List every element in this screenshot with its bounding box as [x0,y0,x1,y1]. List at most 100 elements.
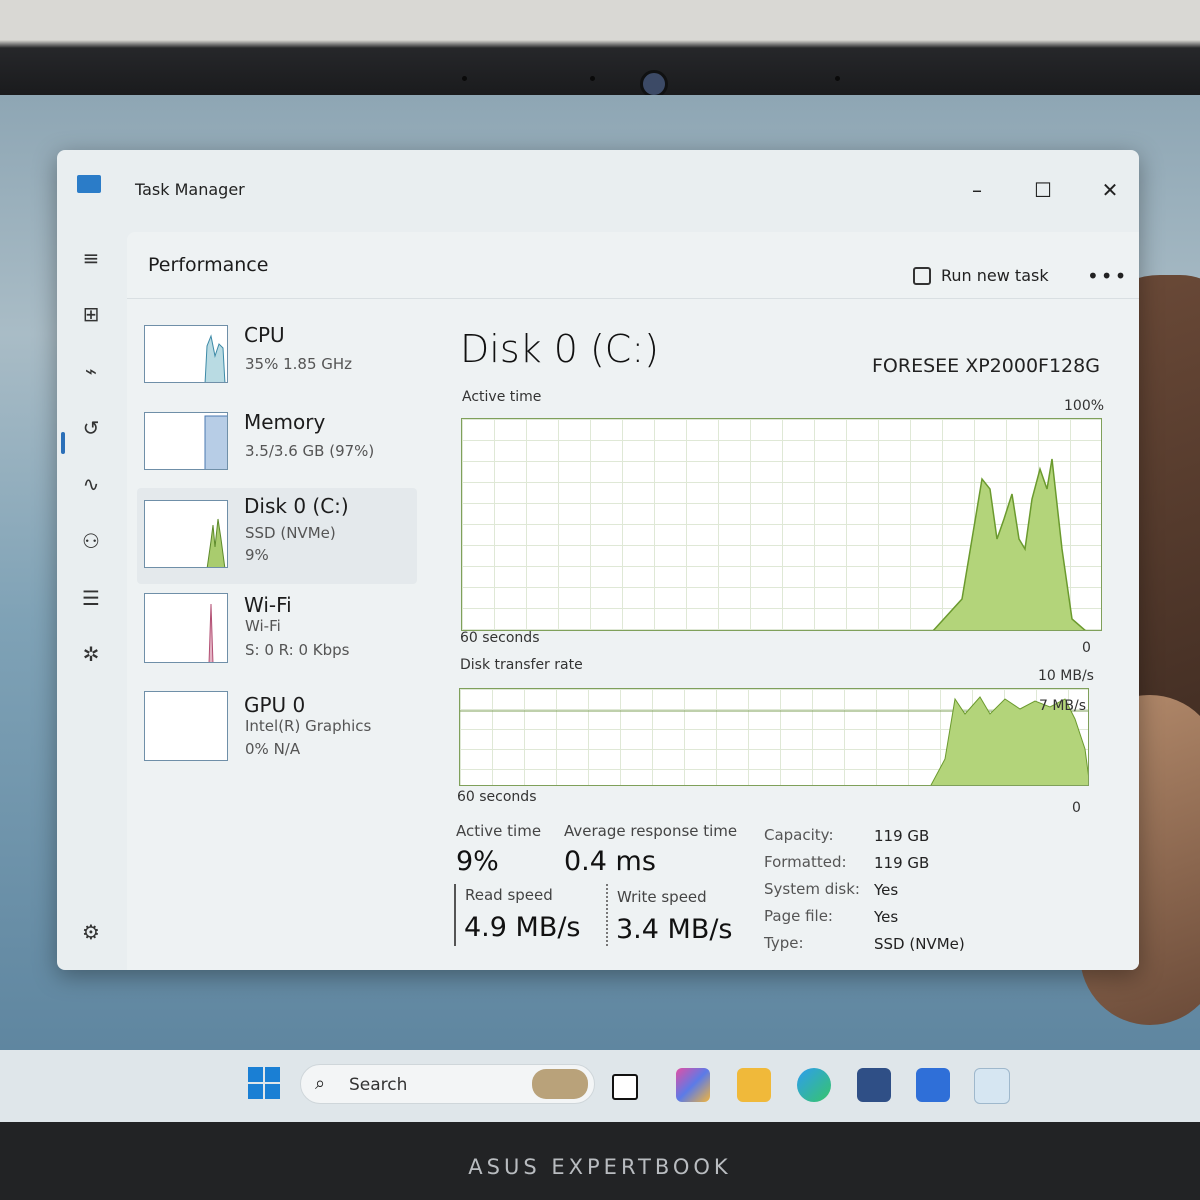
prop-system-disk-label: System disk: [764,880,860,898]
active-time-stat-value: 9% [456,846,499,877]
run-new-task-button[interactable]: Run new task [913,266,1049,285]
start-button[interactable] [248,1067,280,1099]
read-speed-label: Read speed [465,886,553,904]
taskbar: ⌕ Search [0,1050,1200,1122]
write-speed-divider [606,884,610,946]
read-speed-divider [454,884,456,946]
sensor-dot [462,76,467,81]
edge-browser-icon[interactable] [797,1068,831,1102]
microsoft-365-icon[interactable] [676,1068,710,1102]
gpu-model: Intel(R) Graphics [245,717,372,735]
cpu-thumbnail-graph [144,325,228,383]
window-title: Task Manager [135,180,245,199]
laptop-brand: ASUS EXPERTBOOK [468,1155,732,1179]
run-new-task-label: Run new task [941,266,1049,285]
page-title: Performance [148,254,269,276]
active-time-graph-max: 100% [1064,398,1105,414]
prop-type-value: SSD (NVMe) [874,935,965,953]
transfer-rate-graph-mid: 7 MB/s [1039,698,1087,714]
task-manager-window: Task Manager – ☐ ✕ ≡ ⊞ ⌁ ↺ ∿ ⚇ ☰ ✲ ⚙ Per… [57,150,1139,970]
myasus-icon[interactable] [916,1068,950,1102]
title-bar[interactable]: Task Manager – ☐ ✕ [57,150,1139,220]
gpu-label: GPU 0 [244,693,306,717]
startup-apps-icon[interactable]: ∿ [75,468,107,500]
sensor-dot [590,76,595,81]
gpu-thumbnail-graph [144,691,228,761]
transfer-rate-graph-max: 10 MB/s [1038,668,1094,684]
write-speed-label: Write speed [617,888,707,906]
transfer-rate-graph-duration: 60 seconds [457,789,537,805]
perf-item-memory[interactable]: Memory 3.5/3.6 GB (97%) [137,404,417,484]
disk-usage: 9% [245,546,269,564]
gpu-usage: 0% N/A [245,740,301,758]
disk-label: Disk 0 (C:) [244,494,349,518]
processes-icon[interactable]: ⊞ [75,298,107,330]
wifi-thumbnail-graph [144,593,228,663]
perf-item-gpu[interactable]: GPU 0 Intel(R) Graphics 0% N/A [137,687,417,777]
prop-formatted-value: 119 GB [874,854,930,872]
prop-page-file-value: Yes [874,908,899,926]
cpu-usage: 35% 1.85 GHz [245,355,353,373]
detail-title: Disk 0 (C:) [460,327,659,371]
close-button[interactable]: ✕ [1090,174,1130,206]
prop-capacity-label: Capacity: [764,826,834,844]
disk-thumbnail-graph [144,500,228,568]
transfer-rate-graph [459,688,1089,786]
memory-usage: 3.5/3.6 GB (97%) [245,442,375,460]
performance-pane: Performance Run new task ••• CPU 35% 1.8… [127,232,1139,970]
wifi-throughput: S: 0 R: 0 Kbps [245,641,350,659]
nav-rail: ≡ ⊞ ⌁ ↺ ∿ ⚇ ☰ ✲ ⚙ [57,220,127,970]
header-divider [127,298,1139,299]
active-time-graph-min: 0 [1082,640,1091,656]
prop-type-label: Type: [764,934,804,952]
memory-label: Memory [244,410,326,434]
avg-response-stat-label: Average response time [564,822,738,840]
run-task-icon [913,266,931,285]
app-history-icon[interactable]: ↺ [75,412,107,444]
sensor-dot [835,76,840,81]
active-time-graph-label: Active time [462,389,542,405]
prop-page-file-label: Page file: [764,907,833,925]
minimize-button[interactable]: – [957,174,997,206]
services-icon[interactable]: ✲ [75,638,107,670]
disk-model: FORESEE XP2000F128G [872,355,1100,377]
active-indicator [61,432,65,454]
cpu-label: CPU [244,323,285,347]
file-explorer-icon[interactable] [737,1068,771,1102]
hamburger-menu-icon[interactable]: ≡ [75,242,107,274]
write-speed-value: 3.4 MB/s [616,914,733,945]
transfer-rate-graph-label: Disk transfer rate [460,657,583,673]
memory-thumbnail-graph [144,412,228,470]
read-speed-value: 4.9 MB/s [464,912,581,943]
transfer-rate-graph-min: 0 [1072,800,1081,816]
active-time-graph-duration: 60 seconds [460,630,540,646]
webcam [640,70,668,98]
microsoft-store-icon[interactable] [857,1068,891,1102]
prop-formatted-label: Formatted: [764,853,847,871]
details-icon[interactable]: ☰ [75,582,107,614]
search-label: Search [349,1075,408,1095]
settings-gear-icon[interactable]: ⚙ [75,916,107,948]
task-manager-icon [77,175,101,193]
task-manager-taskbar-icon[interactable] [974,1068,1010,1104]
laptop-bezel-top [0,0,1200,95]
wifi-label: Wi-Fi [244,593,292,617]
task-view-icon[interactable] [612,1074,638,1100]
active-time-graph [461,418,1102,631]
disk-type: SSD (NVMe) [245,524,336,542]
active-time-stat-label: Active time [456,822,542,840]
search-highlight-image [532,1069,588,1099]
performance-icon[interactable]: ⌁ [75,355,107,387]
perf-item-disk[interactable]: Disk 0 (C:) SSD (NVMe) 9% [137,488,417,584]
wifi-adapter: Wi-Fi [245,617,281,635]
perf-item-cpu[interactable]: CPU 35% 1.85 GHz [137,317,417,397]
users-icon[interactable]: ⚇ [75,525,107,557]
more-options-button[interactable]: ••• [1087,264,1128,288]
prop-system-disk-value: Yes [874,881,899,899]
perf-item-wifi[interactable]: Wi-Fi Wi-Fi S: 0 R: 0 Kbps [137,587,417,677]
search-icon: ⌕ [315,1073,326,1094]
avg-response-stat-value: 0.4 ms [564,846,656,877]
taskbar-search-box[interactable]: ⌕ Search [300,1064,595,1104]
prop-capacity-value: 119 GB [874,827,930,845]
maximize-button[interactable]: ☐ [1023,174,1063,206]
